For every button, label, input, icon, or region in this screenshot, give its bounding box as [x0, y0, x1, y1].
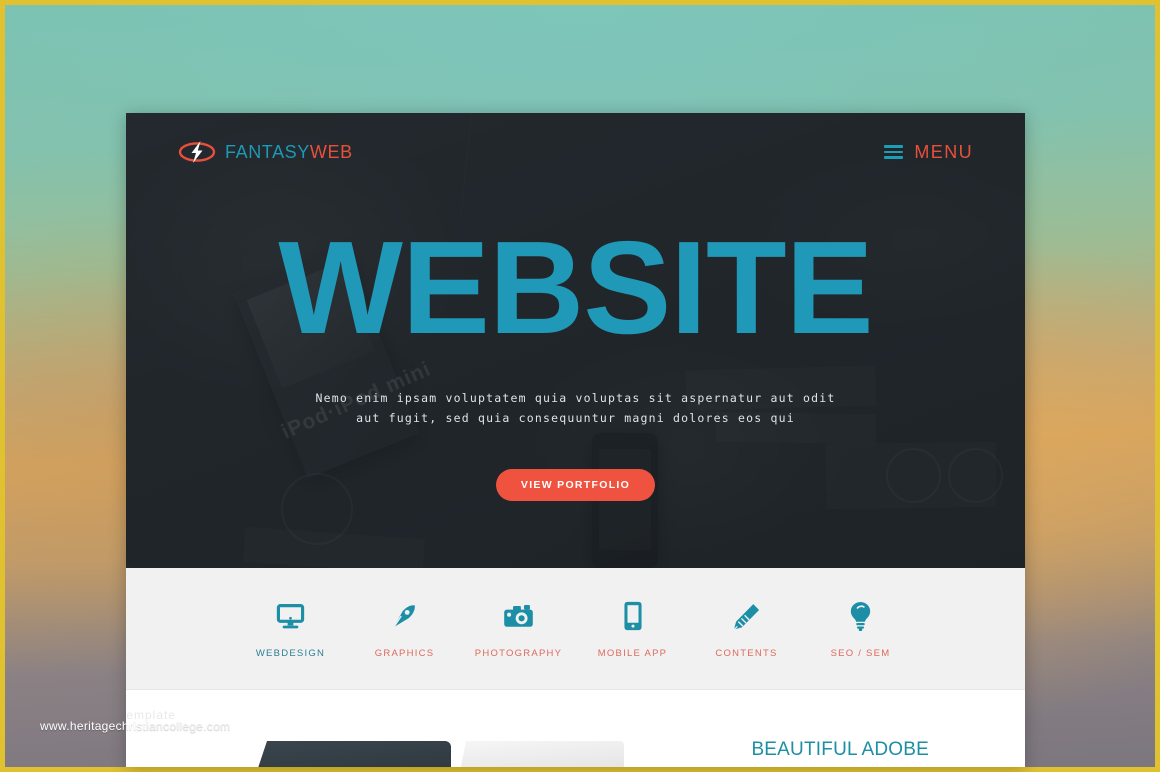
hero-subtitle-line-1: Nemo enim ipsam voluptatem quia voluptas… — [315, 390, 836, 405]
watermark-text: www.heritagechrist — [40, 719, 147, 733]
service-item-graphics[interactable]: GRAPHICS — [348, 598, 462, 659]
service-label: WEBDESIGN — [255, 648, 326, 659]
service-label: MOBILE APP — [597, 648, 668, 659]
service-item-contents[interactable]: CONTENTS — [690, 598, 804, 659]
bottom-section: template BEAUTIFUL ADOBE — [126, 690, 1025, 767]
service-label: CONTENTS — [715, 648, 778, 659]
website-preview-card: iPod·iPod mini FANT — [126, 113, 1025, 767]
hero-section: iPod·iPod mini FANT — [126, 113, 1025, 568]
service-label: GRAPHICS — [374, 648, 435, 659]
hero-title: WEBSITE — [278, 214, 873, 361]
page-frame: www.heritagechristiancollege.com iPod·iP… — [0, 0, 1160, 772]
site-watermark: www.heritagechristiancollege.com — [40, 719, 230, 733]
smartphone-icon — [623, 598, 642, 631]
pen-nib-icon — [390, 598, 419, 631]
view-portfolio-button[interactable]: VIEW PORTFOLIO — [495, 468, 656, 501]
services-strip: WEBDESIGN GRAPHICS PHOTOGRAPHY MOBILE AP… — [126, 568, 1025, 690]
service-label: SEO / SEM — [830, 648, 891, 659]
dark-device-prop — [251, 741, 451, 767]
service-item-mobile-app[interactable]: MOBILE APP — [576, 598, 690, 659]
pencil-icon — [732, 598, 761, 631]
hero-content: WEBSITE Nemo enim ipsam voluptatem quia … — [126, 113, 1025, 501]
service-item-webdesign[interactable]: WEBDESIGN — [234, 598, 348, 659]
service-label: PHOTOGRAPHY — [474, 648, 563, 659]
monitor-icon — [276, 598, 305, 631]
watermark-text-faded: iancollege.com — [146, 719, 231, 733]
service-item-seo-sem[interactable]: SEO / SEM — [804, 598, 918, 659]
hero-subtitle: Nemo enim ipsam voluptatem quia voluptas… — [126, 388, 1025, 428]
lightbulb-icon — [849, 598, 872, 631]
service-item-photography[interactable]: PHOTOGRAPHY — [462, 598, 576, 659]
camera-icon — [503, 598, 534, 631]
bottom-heading: BEAUTIFUL ADOBE — [751, 739, 929, 760]
hero-subtitle-line-2: aut fugit, sed quia consequuntur magni d… — [356, 410, 795, 425]
light-device-prop — [456, 741, 624, 767]
